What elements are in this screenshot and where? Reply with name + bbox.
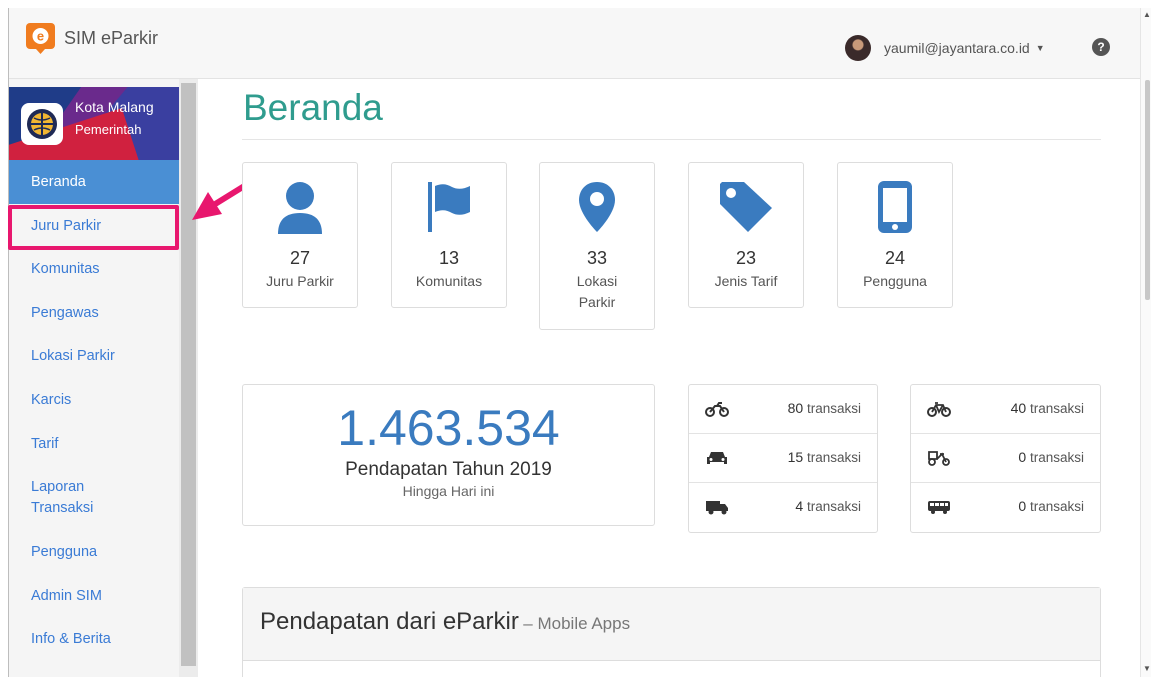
question-circle-icon[interactable]: ? [1092, 38, 1110, 56]
transaction-row: 0 transaksi [911, 483, 1100, 532]
sidebar-item-info-berita[interactable]: Info & Berita [9, 617, 179, 661]
panel-subtitle: – Mobile Apps [523, 614, 631, 633]
revenue-sub: Hingga Hari ini [402, 483, 495, 499]
bicycle-icon [927, 402, 951, 417]
annotation-highlight-box [8, 205, 179, 250]
flag-icon [428, 182, 470, 232]
page-scrollbar-thumb[interactable] [1145, 80, 1150, 300]
brand-name: SIM eParkir [64, 28, 159, 48]
car-icon [707, 452, 727, 464]
transaction-row: 80 transaksi [689, 385, 877, 434]
mobile-icon [878, 181, 912, 233]
stat-card-juru-parkir[interactable]: 27 Juru Parkir [242, 162, 358, 308]
transactions-card-left: 80 transaksi 15 transaksi 4 transaksi [688, 384, 878, 533]
user-menu[interactable]: yaumil@jayantara.co.id ▼ [845, 35, 1045, 61]
stat-card-jenis-tarif[interactable]: 23 Jenis Tarif [688, 162, 804, 308]
stat-card-pengguna[interactable]: 24 Pengguna [837, 162, 953, 308]
stat-label: Juru Parkir [266, 273, 334, 289]
stat-value: 23 [735, 248, 757, 268]
revenue-label: Pendapatan Tahun 2019 [345, 459, 552, 480]
sidebar-item-pengawas[interactable]: Pengawas [9, 291, 179, 335]
transaction-count: 40 [1010, 400, 1027, 416]
motorcycle-icon [705, 402, 729, 417]
stat-card-komunitas[interactable]: 13 Komunitas [391, 162, 507, 308]
transaction-count: 0 [1018, 449, 1027, 465]
sidebar-item-komunitas[interactable]: Komunitas [9, 247, 179, 291]
transaction-count: 15 [787, 449, 804, 465]
svg-text:e: e [37, 29, 44, 44]
transaction-count: 80 [787, 400, 804, 416]
title-divider [242, 139, 1101, 140]
transaction-unit: transaksi [1029, 401, 1084, 416]
org-name: Kota Malang [75, 99, 154, 115]
panel-header: Pendapatan dari eParkir – Mobile Apps [243, 588, 1100, 661]
transaction-unit: transaksi [806, 401, 861, 416]
eparkir-logo-icon: e [26, 23, 55, 54]
avatar [845, 35, 871, 61]
stat-label: Lokasi Parkir [576, 273, 618, 310]
user-icon [278, 182, 322, 234]
becak-icon [928, 451, 950, 466]
map-marker-icon [579, 182, 615, 232]
org-logo-icon [21, 103, 63, 145]
sidebar-item-admin-sim[interactable]: Admin SIM [9, 574, 179, 618]
transaction-count: 0 [1018, 498, 1027, 514]
transaction-unit: transaksi [806, 450, 861, 465]
truck-icon [706, 501, 728, 515]
transaction-row: 0 transaksi [911, 434, 1100, 483]
sidebar-item-beranda[interactable]: Beranda [9, 160, 179, 204]
bus-icon [928, 501, 950, 514]
caret-down-icon: ▼ [1035, 43, 1045, 53]
sidebar-item-lokasi-parkir[interactable]: Lokasi Parkir [9, 334, 179, 378]
sidebar-item-tarif[interactable]: Tarif [9, 422, 179, 466]
scroll-up-icon[interactable]: ▲ [1143, 10, 1151, 19]
stat-value: 24 [884, 248, 906, 268]
transactions-card-right: 40 transaksi 0 transaksi 0 transaksi [910, 384, 1101, 533]
tag-icon [720, 182, 772, 232]
revenue-card: 1.463.534 Pendapatan Tahun 2019 Hingga H… [242, 384, 655, 526]
transaction-row: 40 transaksi [911, 385, 1100, 434]
user-email: yaumil@jayantara.co.id [884, 40, 1030, 56]
transaction-unit: transaksi [1029, 499, 1084, 514]
stat-card-lokasi-parkir[interactable]: 33 Lokasi Parkir [539, 162, 655, 330]
sidebar-item-karcis[interactable]: Karcis [9, 378, 179, 422]
main-content: Beranda 27 Juru Parkir 13 Komunitas 33 L… [198, 79, 1140, 677]
transaction-count: 4 [795, 498, 804, 514]
top-navbar: e SIM eParkir yaumil@jayantara.co.id ▼ ? [9, 8, 1140, 79]
transaction-row: 4 transaksi [689, 483, 877, 532]
stat-label: Pengguna [863, 273, 927, 289]
page-title: Beranda [243, 87, 383, 128]
transaction-unit: transaksi [1029, 450, 1084, 465]
stat-label: Komunitas [415, 273, 483, 289]
revenue-panel: Pendapatan dari eParkir – Mobile Apps [242, 587, 1101, 677]
stat-value: 13 [438, 248, 460, 268]
org-type: Pemerintah [75, 122, 142, 137]
brand[interactable]: e SIM eParkir [26, 23, 158, 54]
transaction-unit: transaksi [806, 499, 861, 514]
sidebar: Kota Malang Pemerintah Beranda Juru Park… [9, 79, 179, 677]
org-header: Kota Malang Pemerintah [9, 87, 179, 160]
scroll-down-icon[interactable]: ▼ [1143, 664, 1151, 673]
panel-title: Pendapatan dari eParkir [260, 608, 519, 635]
stat-value: 33 [586, 248, 608, 268]
sidebar-item-pengguna[interactable]: Pengguna [9, 530, 179, 574]
stat-value: 27 [289, 248, 311, 268]
sidebar-item-laporan-transaksi[interactable]: Laporan Transaksi [9, 465, 129, 530]
transaction-row: 15 transaksi [689, 434, 877, 483]
stat-label: Jenis Tarif [714, 273, 778, 289]
revenue-amount: 1.463.534 [337, 400, 560, 456]
